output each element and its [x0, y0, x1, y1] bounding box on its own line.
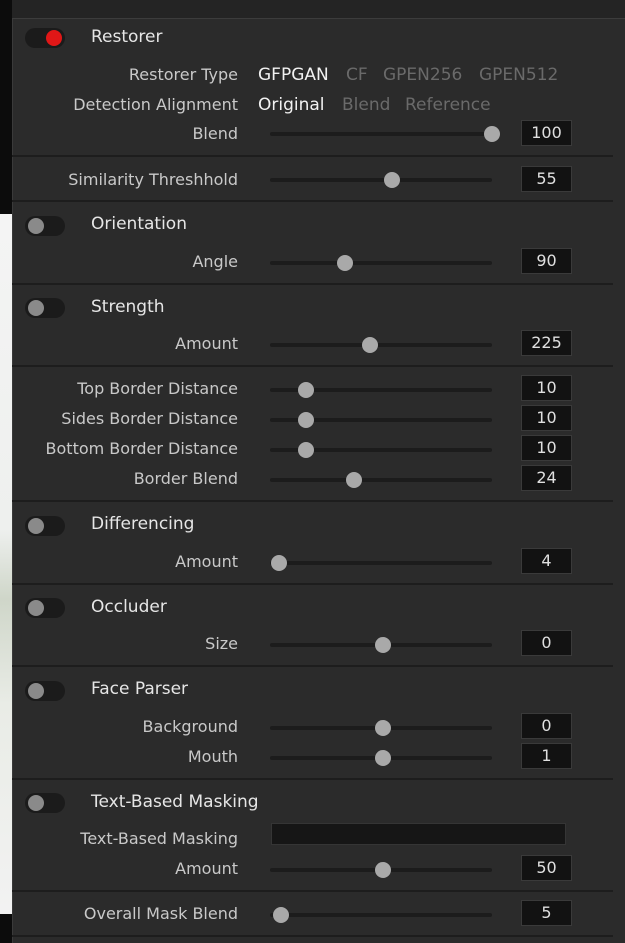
similarity-value[interactable]: 55	[521, 166, 572, 192]
background-label: Background	[142, 717, 238, 736]
slider-thumb[interactable]	[297, 442, 314, 458]
toggle-knob	[28, 218, 44, 234]
slider-thumb[interactable]	[484, 126, 500, 142]
strength-title: Strength	[91, 297, 165, 317]
orientation-title: Orientation	[91, 214, 187, 234]
divider	[12, 200, 613, 202]
toggle-knob	[28, 600, 44, 616]
background-slider[interactable]	[270, 720, 492, 736]
strength-amount-value[interactable]: 225	[521, 330, 572, 356]
restorer-type-option[interactable]: CF	[346, 65, 368, 85]
slider-thumb[interactable]	[273, 907, 290, 923]
similarity-slider[interactable]	[270, 172, 492, 188]
restorer-blend-label: Blend	[192, 124, 238, 143]
strength-toggle[interactable]	[25, 298, 65, 318]
angle-slider[interactable]	[270, 255, 492, 271]
slider-thumb[interactable]	[297, 382, 314, 398]
toggle-knob	[28, 518, 44, 534]
border-blend-slider[interactable]	[270, 472, 492, 488]
divider	[12, 500, 613, 502]
divider	[12, 935, 613, 937]
divider	[12, 283, 613, 285]
mouth-value[interactable]: 1	[521, 743, 572, 769]
occluder-size-value[interactable]: 0	[521, 630, 572, 656]
restorer-title: Restorer	[91, 27, 163, 47]
top-border-value[interactable]: 10	[521, 375, 572, 401]
restorer-type-option[interactable]: GFPGAN	[258, 65, 329, 85]
top-border-label: Top Border Distance	[77, 379, 238, 398]
occluder-title: Occluder	[91, 597, 167, 617]
overall-mask-blend-value[interactable]: 5	[521, 900, 572, 926]
panel-top-bar	[12, 0, 625, 19]
text-masking-amount-value[interactable]: 50	[521, 855, 572, 881]
alignment-option[interactable]: Reference	[405, 95, 491, 115]
alignment-option[interactable]: Blend	[342, 95, 390, 115]
divider	[12, 583, 613, 585]
text-masking-field-label: Text-Based Masking	[80, 829, 238, 848]
divider	[12, 890, 613, 892]
face-parser-title: Face Parser	[91, 679, 189, 699]
text-masking-toggle[interactable]	[25, 793, 65, 813]
restorer-blend-value[interactable]: 100	[521, 120, 572, 146]
differencing-amount-value[interactable]: 4	[521, 548, 572, 574]
border-blend-value[interactable]: 24	[521, 465, 572, 491]
strength-amount-slider[interactable]	[270, 337, 492, 353]
mouth-label: Mouth	[187, 747, 238, 766]
background-image-strip	[0, 214, 12, 914]
bottom-border-label: Bottom Border Distance	[45, 439, 238, 458]
similarity-label: Similarity Threshhold	[68, 170, 238, 189]
strength-amount-label: Amount	[175, 334, 238, 353]
angle-label: Angle	[192, 252, 238, 271]
sides-border-slider[interactable]	[270, 412, 492, 428]
restorer-blend-slider[interactable]	[270, 126, 500, 142]
text-masking-amount-slider[interactable]	[270, 862, 492, 878]
text-masking-input[interactable]	[271, 823, 566, 845]
restorer-type-option[interactable]: GPEN512	[479, 65, 558, 85]
differencing-title: Differencing	[91, 514, 195, 534]
restorer-type-option[interactable]: GPEN256	[383, 65, 462, 85]
restorer-type-label: Restorer Type	[128, 65, 238, 84]
differencing-amount-slider[interactable]	[270, 555, 492, 571]
divider	[12, 778, 613, 780]
slider-thumb[interactable]	[384, 172, 401, 188]
overall-mask-blend-label: Overall Mask Blend	[83, 904, 238, 923]
detection-alignment-label: Detection Alignment	[73, 95, 238, 114]
mouth-slider[interactable]	[270, 750, 492, 766]
orientation-toggle[interactable]	[25, 216, 65, 236]
toggle-knob	[46, 30, 62, 46]
toggle-knob	[28, 300, 44, 316]
face-parser-toggle[interactable]	[25, 681, 65, 701]
background-value[interactable]: 0	[521, 713, 572, 739]
bottom-border-value[interactable]: 10	[521, 435, 572, 461]
sides-border-label: Sides Border Distance	[61, 409, 238, 428]
differencing-toggle[interactable]	[25, 516, 65, 536]
text-masking-title: Text-Based Masking	[91, 792, 259, 812]
slider-thumb[interactable]	[270, 555, 287, 571]
toggle-knob	[28, 795, 44, 811]
occluder-size-label: Size	[205, 634, 238, 653]
divider	[12, 155, 613, 157]
sides-border-value[interactable]: 10	[521, 405, 572, 431]
divider	[12, 665, 613, 667]
text-masking-amount-label: Amount	[175, 859, 238, 878]
occluder-size-slider[interactable]	[270, 637, 492, 653]
slider-thumb[interactable]	[297, 412, 314, 428]
angle-value[interactable]: 90	[521, 248, 572, 274]
bottom-border-slider[interactable]	[270, 442, 492, 458]
border-blend-label: Border Blend	[133, 469, 238, 488]
divider	[12, 365, 613, 367]
background-left-edge	[0, 0, 12, 943]
slider-thumb[interactable]	[361, 337, 378, 353]
occluder-toggle[interactable]	[25, 598, 65, 618]
toggle-knob	[28, 683, 44, 699]
top-border-slider[interactable]	[270, 382, 492, 398]
differencing-amount-label: Amount	[175, 552, 238, 571]
restorer-toggle[interactable]	[25, 28, 65, 48]
alignment-option[interactable]: Original	[258, 95, 325, 115]
overall-mask-blend-slider[interactable]	[270, 907, 492, 923]
